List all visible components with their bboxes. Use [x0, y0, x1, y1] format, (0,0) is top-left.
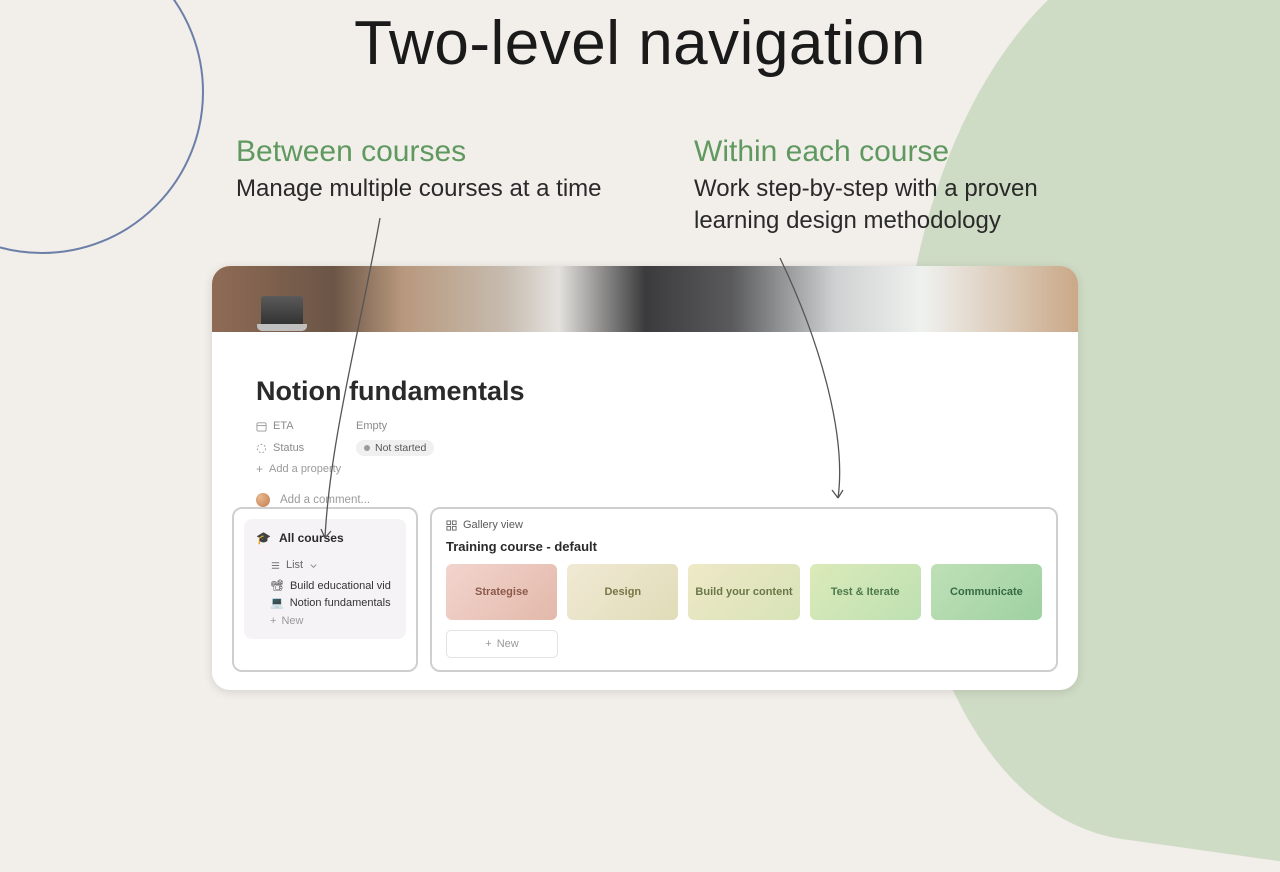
add-property[interactable]: + Add a property: [256, 463, 1034, 475]
card-communicate-label: Communicate: [950, 586, 1023, 598]
projector-icon: 📽: [270, 579, 284, 592]
sidebar-new[interactable]: + New: [270, 611, 394, 627]
cover-image: [212, 266, 1078, 332]
comment-placeholder: Add a comment...: [280, 494, 370, 506]
course-item-1[interactable]: 💻 Notion fundamentals: [256, 594, 394, 611]
section-title: Training course - default: [446, 539, 1042, 554]
course-item-1-label: Notion fundamentals: [290, 597, 391, 609]
caption-right-desc: Work step-by-step with a proven learning…: [694, 173, 1114, 238]
prop-row-status[interactable]: Status Not started: [256, 437, 1034, 459]
card-design-label: Design: [604, 586, 641, 598]
view-label: Gallery view: [463, 519, 523, 531]
add-property-label: Add a property: [269, 463, 341, 475]
gallery-icon: [446, 520, 457, 531]
list-view-toggle[interactable]: List: [270, 559, 394, 571]
properties-block: ETA Empty Status Not started + Add: [256, 415, 1034, 475]
course-item-0-label: Build educational vid: [290, 580, 391, 592]
card-design[interactable]: Design: [567, 564, 678, 620]
course-steps-panel: Gallery view Training course - default S…: [430, 507, 1058, 672]
view-bar[interactable]: Gallery view: [446, 519, 1042, 531]
prop-row-eta[interactable]: ETA Empty: [256, 415, 1034, 437]
all-courses-header[interactable]: 🎓 All courses: [256, 531, 394, 545]
caption-right-eyebrow: Within each course: [694, 135, 1114, 169]
chevron-down-icon: [308, 560, 319, 571]
page-title[interactable]: Notion fundamentals: [256, 376, 1034, 407]
card-test-label: Test & Iterate: [831, 586, 900, 598]
card-strategise[interactable]: Strategise: [446, 564, 557, 620]
graduation-cap-icon: 🎓: [256, 531, 271, 545]
slide-title: Two-level navigation: [0, 8, 1280, 79]
new-card-button[interactable]: + New: [446, 630, 558, 658]
notion-window: Notion fundamentals ETA Empty Status Not…: [212, 266, 1078, 690]
page-icon-laptop[interactable]: [257, 296, 307, 336]
new-card-label: New: [497, 638, 519, 650]
caption-right: Within each course Work step-by-step wit…: [694, 135, 1114, 238]
caption-left-eyebrow: Between courses: [236, 135, 666, 169]
status-icon: [256, 443, 267, 454]
avatar: [256, 493, 270, 507]
plus-icon: +: [256, 463, 263, 475]
courses-panel: 🎓 All courses List 📽 Build educational v…: [232, 507, 418, 672]
caption-left: Between courses Manage multiple courses …: [236, 135, 666, 205]
step-cards: Strategise Design Build your content Tes…: [446, 564, 1042, 620]
card-strategise-label: Strategise: [475, 586, 528, 598]
prop-status-label: Status: [273, 442, 304, 454]
plus-icon: +: [485, 638, 491, 650]
status-dot-icon: [364, 445, 370, 451]
card-build-label: Build your content: [695, 586, 792, 598]
status-pill[interactable]: Not started: [356, 440, 434, 456]
card-communicate[interactable]: Communicate: [931, 564, 1042, 620]
status-text: Not started: [375, 442, 426, 454]
card-build[interactable]: Build your content: [688, 564, 799, 620]
sidebar-new-label: New: [281, 615, 303, 627]
prop-eta-label: ETA: [273, 420, 294, 432]
laptop-small-icon: 💻: [270, 596, 284, 609]
list-label: List: [286, 559, 303, 571]
course-item-0[interactable]: 📽 Build educational vid: [256, 577, 394, 594]
comment-row[interactable]: Add a comment...: [256, 493, 1034, 507]
card-test[interactable]: Test & Iterate: [810, 564, 921, 620]
list-icon: [270, 560, 281, 571]
calendar-icon: [256, 421, 267, 432]
prop-eta-value: Empty: [356, 420, 387, 432]
caption-left-desc: Manage multiple courses at a time: [236, 173, 666, 205]
plus-icon: +: [270, 615, 276, 627]
all-courses-label: All courses: [279, 531, 344, 545]
